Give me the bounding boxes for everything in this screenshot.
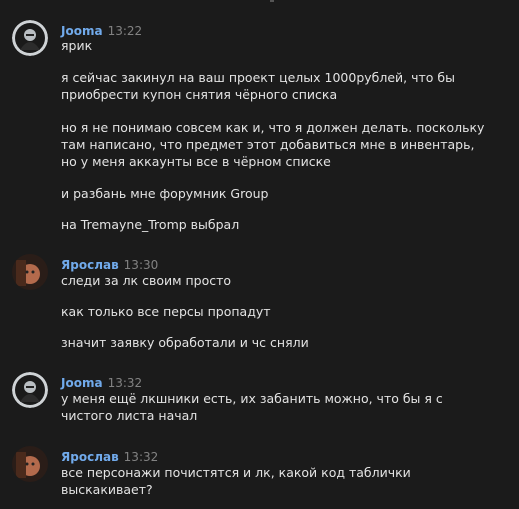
message-text: я сейчас закинул на ваш проект целых 100…	[61, 70, 455, 102]
author-name[interactable]: Ярослав	[61, 258, 119, 272]
message-text: все персонажи почистятся и лк, какой код…	[61, 465, 411, 497]
message-text: на Tremayne_Tromp выбрал	[61, 217, 240, 232]
author-name[interactable]: Ярослав	[61, 450, 119, 464]
author-name[interactable]: Jooma	[61, 24, 103, 38]
message-text: но я не понимаю совсем как и, что я долж…	[61, 120, 485, 169]
message-text: и разбань мне форумник Group	[61, 186, 269, 201]
message-text: следи за лк своим просто	[61, 273, 232, 288]
jooma-avatar[interactable]	[12, 372, 48, 408]
message-text: ярик	[61, 38, 93, 53]
message-time[interactable]: 13:30	[124, 258, 159, 272]
author-name[interactable]: Jooma	[61, 376, 103, 390]
jooma-avatar[interactable]	[12, 20, 48, 56]
yaroslav-avatar[interactable]	[12, 446, 48, 482]
message-header: Ярослав 13:32	[61, 446, 159, 464]
message-time[interactable]: 13:32	[108, 376, 143, 390]
message-text: как только все персы пропадут	[61, 304, 271, 319]
scroll-indicator	[270, 0, 274, 2]
message-time[interactable]: 13:22	[108, 24, 143, 38]
message-header: Ярослав 13:30	[61, 254, 159, 272]
chat-history: Jooma 13:22 ярик я сейчас закинул на ваш …	[0, 0, 519, 509]
message-text: у меня ещё лкшники есть, их забанить мож…	[61, 391, 443, 423]
message-header: Jooma 13:32	[61, 372, 143, 390]
message-header: Jooma 13:22	[61, 20, 143, 38]
message-text: значит заявку обработали и чс сняли	[61, 335, 309, 350]
message-time[interactable]: 13:32	[124, 450, 159, 464]
yaroslav-avatar[interactable]	[12, 254, 48, 290]
